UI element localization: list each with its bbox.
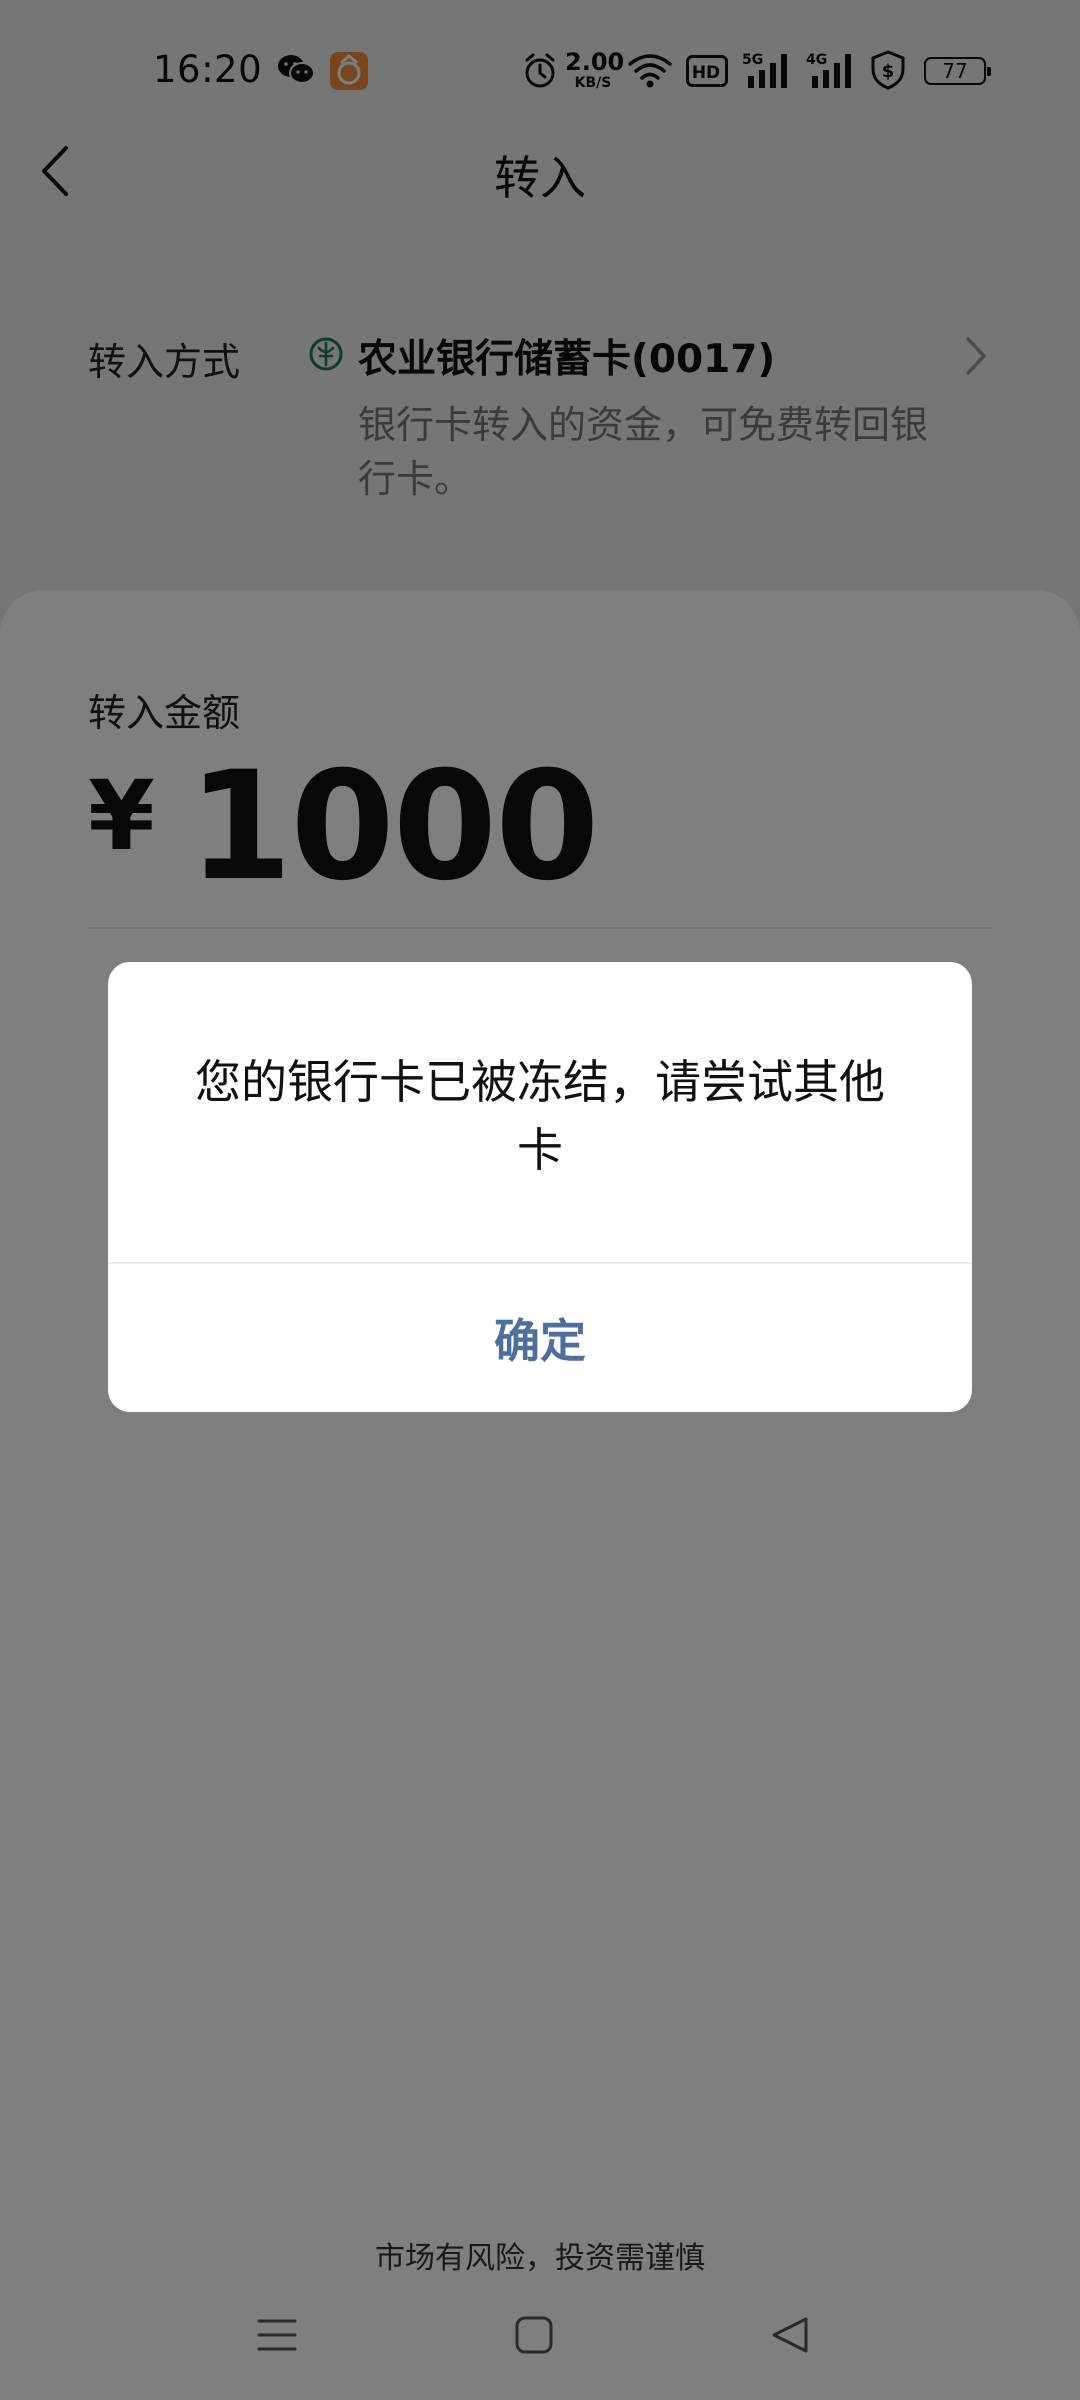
confirm-button[interactable]: 确定 [108, 1264, 972, 1412]
dialog-message: 您的银行卡已被冻结，请尝试其他卡 [195, 1055, 885, 1177]
alert-dialog: 您的银行卡已被冻结，请尝试其他卡 确定 [108, 962, 972, 1412]
